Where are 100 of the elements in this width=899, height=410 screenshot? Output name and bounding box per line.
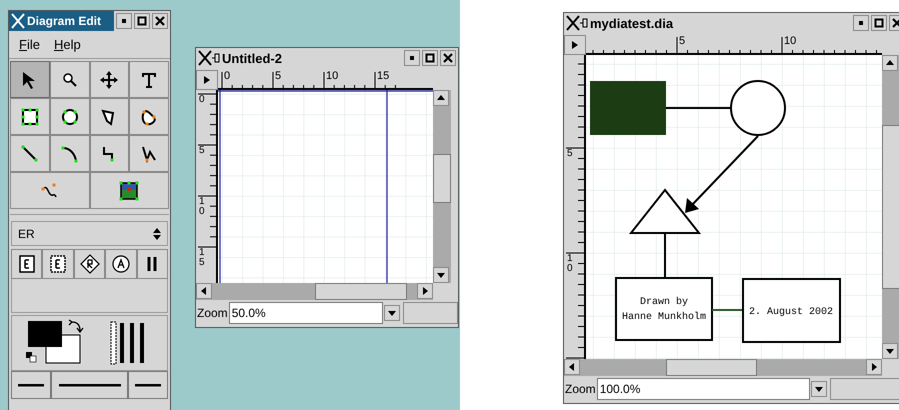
maximize-icon: [137, 16, 147, 26]
minimize-button[interactable]: [116, 13, 132, 29]
scroll-right-button[interactable]: [866, 359, 882, 375]
shape-button[interactable]: [105, 249, 137, 279]
line-style-button[interactable]: [50, 371, 128, 399]
close-icon: [443, 53, 453, 63]
close-icon: [892, 18, 899, 28]
arrow-left-icon: [199, 286, 209, 296]
arrow-down-icon: [436, 270, 446, 280]
maximize-button[interactable]: [871, 15, 887, 31]
ruler-label: 15: [377, 71, 390, 82]
horizontal-scrollbar[interactable]: [564, 359, 882, 376]
ruler-label: 0: [199, 95, 206, 105]
line-end-button[interactable]: [128, 371, 168, 399]
menu-item[interactable]: Help: [54, 34, 81, 54]
maximize-icon: [425, 53, 435, 63]
scroll-right-button[interactable]: [417, 283, 433, 299]
zoom-field[interactable]: 100.0%: [596, 378, 810, 400]
box-tool-icon: [20, 106, 40, 126]
zoom-dropdown-button[interactable]: [384, 305, 400, 321]
scroll-left-button[interactable]: [564, 359, 580, 375]
tool-button[interactable]: [90, 98, 130, 135]
minimize-icon: [407, 53, 417, 63]
tool-button[interactable]: [10, 61, 50, 98]
arrow-down-icon: [387, 308, 398, 318]
arc-tool-icon: [60, 144, 80, 164]
tool-button[interactable]: [50, 61, 90, 98]
maximize-button[interactable]: [422, 50, 438, 66]
relationship-shape-icon: [80, 254, 100, 274]
shape-button[interactable]: [136, 249, 168, 279]
minimize-button[interactable]: [853, 15, 869, 31]
ruler-label: 0: [224, 71, 230, 82]
window-menu-icon[interactable]: [198, 50, 220, 66]
scroll-left-button[interactable]: [196, 283, 212, 299]
scroll-down-button[interactable]: [433, 267, 449, 283]
tool-button[interactable]: [129, 98, 169, 135]
move-tool-icon: [99, 70, 120, 90]
arrow-up-icon: [436, 93, 446, 103]
line-tool-icon: [20, 144, 40, 164]
up-down-arrows-icon: [153, 226, 161, 240]
ruler-label: 5: [679, 36, 686, 47]
tool-button[interactable]: [50, 135, 90, 172]
menu-arrow-button[interactable]: [564, 35, 586, 55]
close-icon: [155, 16, 165, 26]
window-title: mydiatest.dia: [590, 16, 674, 30]
window-menu-icon[interactable]: [11, 13, 25, 29]
close-button[interactable]: [440, 50, 456, 66]
scroll-up-button[interactable]: [882, 55, 898, 71]
ellipse-tool-icon: [60, 106, 80, 126]
status-field: [830, 378, 899, 400]
circle-shape: [730, 80, 786, 136]
zoom-label: Zoom: [564, 381, 596, 398]
line-icon: [135, 383, 162, 387]
arrow-down-icon: [885, 346, 895, 356]
canvas[interactable]: Drawn by Hanne Munkholm 2. August 2002: [586, 55, 882, 359]
shape-button[interactable]: [11, 249, 42, 279]
arrow-right-icon: [869, 362, 879, 372]
arrow-right-icon: [420, 286, 430, 296]
ruler-label: 5: [275, 71, 282, 82]
triangle-right-icon: [203, 75, 211, 85]
scroll-thumb[interactable]: [314, 283, 407, 300]
ruler-label: 15: [199, 248, 206, 268]
scroll-thumb[interactable]: [433, 154, 451, 203]
tool-button[interactable]: [50, 98, 90, 135]
zoom-dropdown-button[interactable]: [810, 381, 827, 397]
scroll-thumb[interactable]: [666, 359, 758, 376]
window-menu-icon[interactable]: [566, 15, 588, 31]
close-button[interactable]: [152, 13, 168, 29]
tool-button[interactable]: [90, 172, 169, 209]
scroll-thumb[interactable]: [882, 125, 899, 289]
ruler-label: 10: [567, 254, 574, 274]
tool-button[interactable]: [90, 135, 130, 172]
arrow-down-icon: [814, 384, 824, 394]
arrow-left-icon: [567, 362, 577, 372]
zoom-field[interactable]: 50.0%: [228, 302, 384, 324]
vertical-scrollbar[interactable]: [882, 55, 899, 359]
status-field: [403, 302, 458, 324]
scroll-down-button[interactable]: [882, 343, 898, 359]
minimize-button[interactable]: [404, 50, 420, 66]
shape-button[interactable]: [42, 249, 74, 279]
diagram-text: Drawn by Hanne Munkholm: [622, 297, 706, 323]
menu-arrow-button[interactable]: [196, 70, 218, 90]
maximize-button[interactable]: [134, 13, 150, 29]
shape-button[interactable]: [74, 249, 106, 279]
sheet-selector[interactable]: ER: [11, 221, 168, 246]
vertical-scrollbar[interactable]: [433, 90, 451, 283]
image-tool-icon: [119, 180, 140, 200]
line-start-button[interactable]: [11, 371, 51, 399]
menu-item[interactable]: File: [19, 34, 40, 54]
tool-button[interactable]: [129, 61, 169, 98]
scroll-up-button[interactable]: [433, 90, 449, 106]
tool-button[interactable]: [90, 61, 130, 98]
tool-button[interactable]: [10, 98, 50, 135]
ruler-label: 10: [199, 197, 206, 217]
horizontal-scrollbar[interactable]: [196, 283, 433, 300]
connector-line: [664, 233, 666, 278]
title-bar[interactable]: Diagram Edit: [9, 11, 114, 31]
zoom-label: Zoom: [196, 305, 228, 322]
tool-button[interactable]: [129, 135, 169, 172]
attribute-shape-icon: [110, 254, 131, 274]
